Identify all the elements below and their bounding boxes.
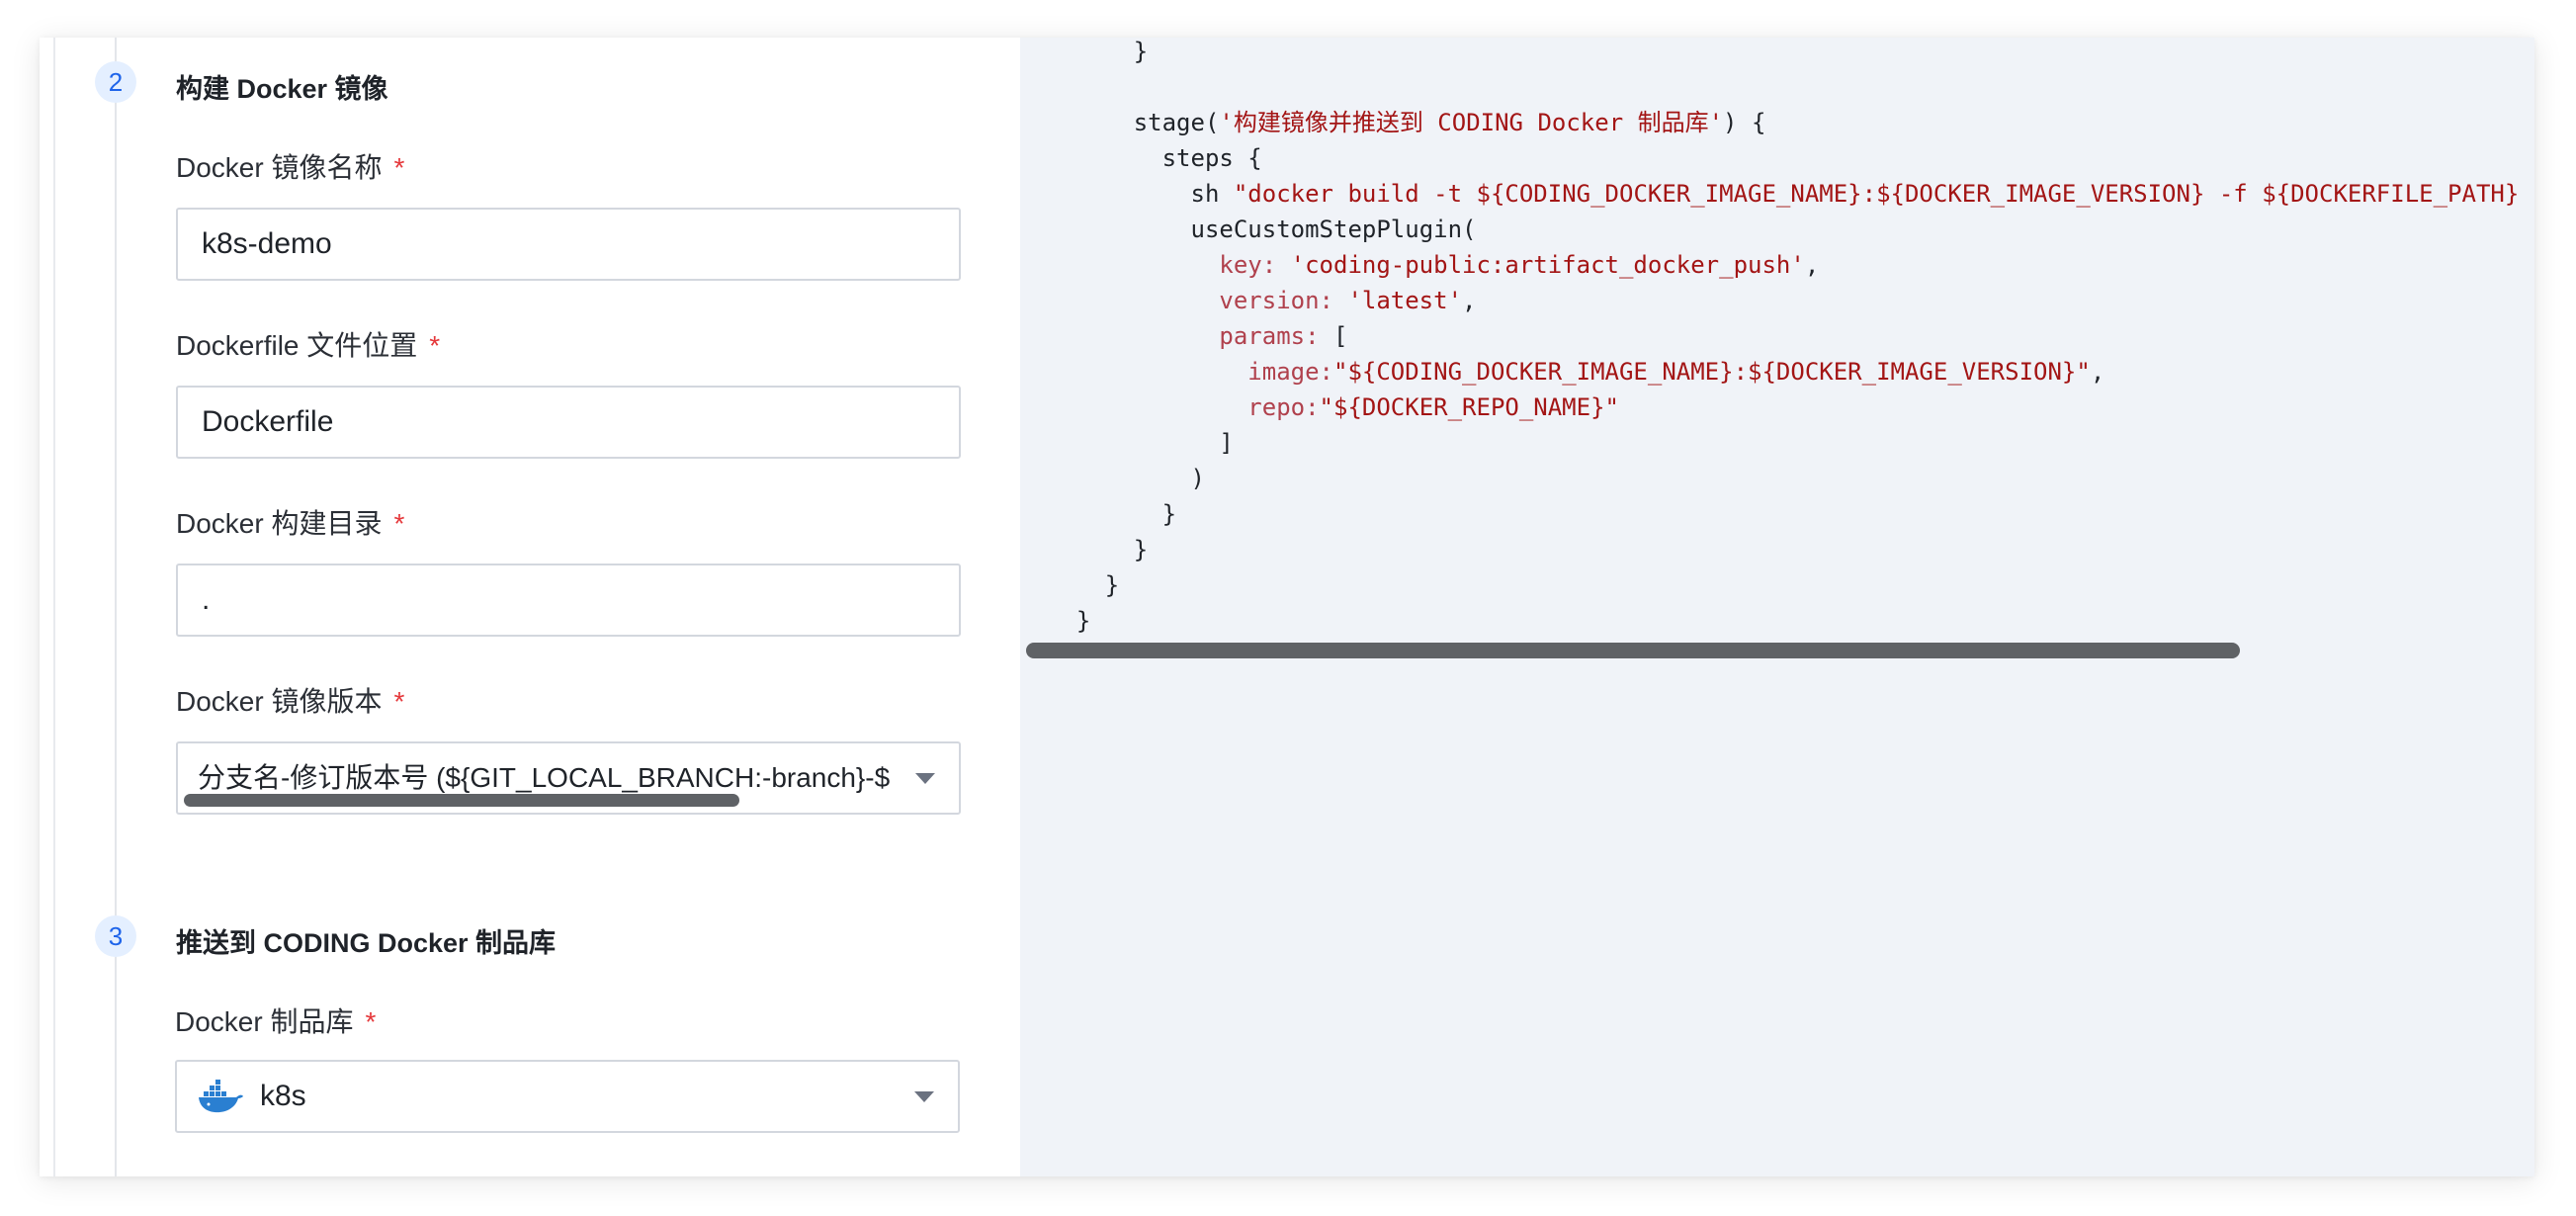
panel-edge-line [53,38,55,1176]
code-token: stage( [1133,109,1220,136]
code-line: params: [ [1048,318,1347,354]
code-token: , [1804,251,1820,279]
required-mark: * [393,508,405,539]
code-line: key: 'coding-public:artifact_docker_push… [1048,247,1819,283]
code-line: sh "docker build -t ${CODING_DOCKER_IMAG… [1048,176,2535,212]
horizontal-scrollbar-thumb[interactable] [1026,643,2240,658]
step-title-push-to-registry: 推送到 CODING Docker 制品库 [176,928,557,958]
code-token: } [1075,607,1091,635]
code-line: } [1048,496,1176,532]
code-string: 'coding-public:artifact_docker_push' [1290,251,1805,279]
code-string: "docker build -t ${CODING_DOCKER_IMAGE_N… [1233,180,2534,208]
image-version-select[interactable]: 分支名-修订版本号 (${GIT_LOCAL_BRANCH:-branch}-$ [176,741,961,815]
code-token: ] [1219,429,1234,457]
build-dir-input[interactable]: . [176,564,961,637]
code-token: } [1161,500,1177,528]
repo-label: Docker 制品库 * [175,1000,376,1040]
code-token: } [1133,536,1149,564]
code-line: steps { [1048,140,1262,176]
code-string: "${DOCKER_REPO_NAME}" [1319,393,1619,421]
code-token: steps { [1161,144,1262,172]
code-key: key: [1219,251,1291,279]
docker-repo-select[interactable]: k8s [175,1060,960,1133]
code-string: "${CODING_DOCKER_IMAGE_NAME}:${DOCKER_IM… [1333,358,2091,386]
code-preview-panel: } stage('构建镜像并推送到 CODING Docker 制品库') { … [1020,38,2534,1176]
build-dir-label-text: Docker 构建目录 [176,508,383,539]
required-mark: * [393,686,405,717]
image-version-label: Docker 镜像版本 * [176,680,404,720]
repo-label-text: Docker 制品库 [175,1006,354,1037]
code-key: version: [1219,287,1348,314]
dockerfile-path-input[interactable]: Dockerfile [176,386,961,459]
code-line: useCustomStepPlugin( [1048,212,1477,247]
steps-timeline [115,38,117,1176]
dockerfile-label-text: Dockerfile 文件位置 [176,330,418,361]
chevron-down-icon[interactable] [915,773,935,784]
pipeline-config-card: 2 构建 Docker 镜像 Docker 镜像名称 * k8s-demo Doc… [40,38,2534,1176]
docker-repo-selected-value: k8s [260,1080,306,1112]
code-token: ) { [1723,109,1766,136]
code-token: useCustomStepPlugin( [1190,216,1477,243]
code-token: , [1462,287,1477,314]
code-line: } [1048,567,1119,603]
step-title-build-image: 构建 Docker 镜像 [176,74,388,104]
select-scrollbar-thumb[interactable] [184,794,739,807]
code-key: image: [1247,358,1333,386]
screenshot-stage: 2 构建 Docker 镜像 Docker 镜像名称 * k8s-demo Doc… [0,0,2576,1216]
image-name-label: Docker 镜像名称 * [176,146,404,186]
code-line: ) [1048,461,1205,496]
chevron-down-icon[interactable] [914,1091,934,1102]
code-token: , [2090,358,2105,386]
step-number-badge: 3 [95,915,136,957]
code-string: '构建镜像并推送到 CODING Docker 制品库' [1219,109,1724,136]
code-token: sh [1190,180,1234,208]
docker-whale-icon [199,1080,243,1113]
code-token: [ [1332,322,1348,350]
required-mark: * [429,330,441,361]
code-key: repo: [1247,393,1320,421]
code-line: version: 'latest', [1048,283,1476,318]
image-name-input[interactable]: k8s-demo [176,208,961,281]
build-dir-label: Docker 构建目录 * [176,502,404,542]
form-panel: 2 构建 Docker 镜像 Docker 镜像名称 * k8s-demo Doc… [40,38,1020,1176]
code-line: } [1048,38,1148,69]
code-token: ) [1190,465,1205,492]
image-name-label-text: Docker 镜像名称 [176,152,383,183]
required-mark: * [365,1006,377,1037]
code-line: } [1048,603,1090,639]
image-version-label-text: Docker 镜像版本 [176,686,383,717]
code-token: } [1104,571,1120,599]
code-key: params: [1219,322,1333,350]
code-line: ] [1048,425,1234,461]
code-line: image:"${CODING_DOCKER_IMAGE_NAME}:${DOC… [1048,354,2104,390]
required-mark: * [393,152,405,183]
code-line: } [1048,532,1148,567]
code-line: repo:"${DOCKER_REPO_NAME}" [1048,390,1619,425]
step-number-badge: 2 [95,61,136,103]
code-string: 'latest' [1347,287,1463,314]
code-line: stage('构建镜像并推送到 CODING Docker 制品库') { [1048,105,1766,140]
dockerfile-label: Dockerfile 文件位置 * [176,324,440,364]
code-token: } [1133,38,1149,65]
